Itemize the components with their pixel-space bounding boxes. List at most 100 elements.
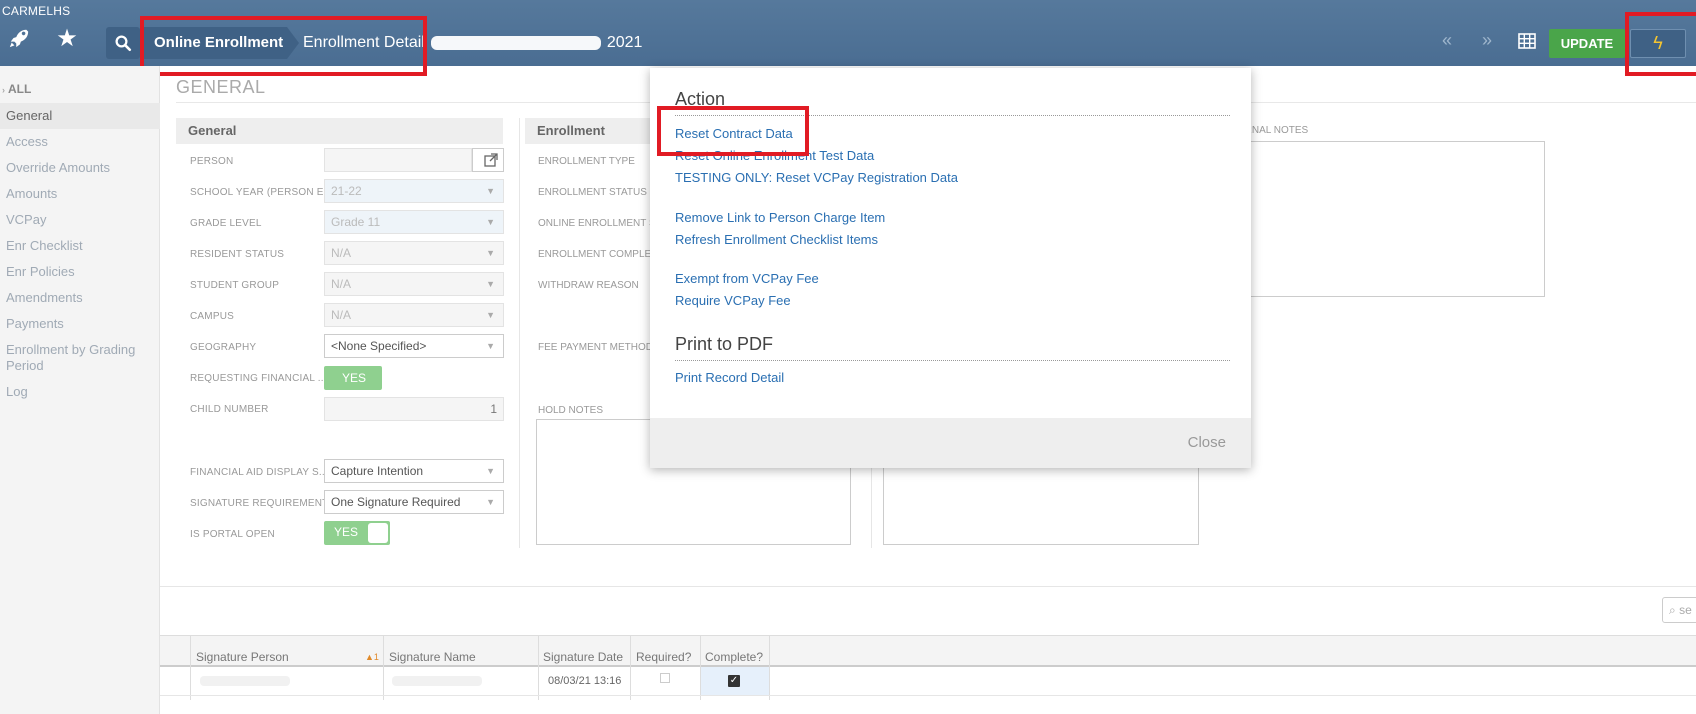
open-person-button[interactable]	[472, 148, 504, 172]
sidebar-all[interactable]: › ALL	[2, 82, 31, 96]
col-signature-date[interactable]: Signature Date	[543, 650, 623, 664]
col-signature-name[interactable]: Signature Name	[389, 650, 476, 664]
breadcrumb-current-suffix: 2021	[606, 34, 643, 51]
section-title: GENERAL	[176, 77, 266, 97]
is-portal-open-toggle[interactable]: YES	[324, 521, 390, 545]
grid-header: Signature Person ▲1 Signature Name Signa…	[160, 635, 1696, 700]
reset-contract-data-link[interactable]: Reset Contract Data	[675, 126, 793, 141]
sidebar-item-access[interactable]: Access	[0, 134, 160, 150]
search-icon	[115, 35, 132, 52]
popover-footer: Close	[650, 418, 1251, 468]
sidebar-item-enr-checklist[interactable]: Enr Checklist	[0, 238, 160, 254]
label-hold-notes: HOLD NOTES	[538, 405, 604, 416]
campus-select[interactable]: N/A ▼	[324, 303, 504, 327]
panel-divider	[519, 118, 520, 548]
search-button[interactable]	[106, 27, 140, 59]
financial-aid-display-select[interactable]: Capture Intention ▼	[324, 459, 504, 483]
next-record-icon[interactable]: »	[1482, 30, 1492, 51]
label-withdraw-reason: WITHDRAW REASON	[538, 280, 639, 291]
update-button[interactable]: UPDATE	[1549, 29, 1625, 58]
reset-vcpay-registration-data-link[interactable]: TESTING ONLY: Reset VCPay Registration D…	[675, 170, 958, 185]
field-label-resident-status: RESIDENT STATUS	[190, 249, 285, 260]
breadcrumb-arrow	[287, 27, 299, 59]
sidebar-item-general[interactable]: General	[0, 103, 160, 129]
breadcrumb-current: Enrollment Detail 2021	[303, 27, 642, 59]
label-online-enrollment-status: ONLINE ENROLLMENT S	[538, 218, 656, 229]
col-signature-person[interactable]: Signature Person	[196, 650, 289, 664]
general-panel-title: General	[176, 118, 503, 144]
redacted-signature-name	[392, 676, 482, 686]
signature-requirement-select[interactable]: One Signature Required ▼	[324, 490, 504, 514]
search-icon: ⌕	[1669, 603, 1676, 617]
sidebar-all-label: ALL	[8, 82, 32, 96]
sidebar-item-enr-policies[interactable]: Enr Policies	[0, 264, 160, 280]
sidebar-item-enrollment-by-grading-period[interactable]: Enrollment by Grading Period	[0, 342, 150, 374]
chevron-icon: ›	[2, 85, 5, 95]
field-label-student-group: STUDENT GROUP	[190, 280, 280, 291]
star-icon[interactable]: ★	[50, 27, 84, 51]
requesting-financial-toggle[interactable]: YES	[324, 366, 382, 390]
refresh-enrollment-checklist-items-link[interactable]: Refresh Enrollment Checklist Items	[675, 232, 878, 247]
student-group-select[interactable]: N/A ▼	[324, 272, 504, 296]
required-checkbox[interactable]	[660, 673, 670, 683]
grid-bottom-rule	[160, 695, 1696, 696]
print-record-detail-link[interactable]: Print Record Detail	[675, 370, 784, 385]
lightning-bolt-icon: ϟ	[1653, 33, 1663, 53]
field-label-grade-level: GRADE LEVEL	[190, 218, 262, 229]
field-label-is-portal-open: IS PORTAL OPEN	[190, 529, 275, 540]
sidebar-item-override-amounts[interactable]: Override Amounts	[0, 160, 160, 176]
reset-online-enrollment-test-data-link[interactable]: Reset Online Enrollment Test Data	[675, 148, 874, 163]
col-required[interactable]: Required?	[636, 650, 691, 664]
breadcrumb-current-prefix: Enrollment Detail	[303, 34, 425, 51]
app-name: CARMELHS	[2, 4, 71, 18]
complete-checkbox[interactable]: ✓	[728, 675, 740, 687]
sidebar-item-amendments[interactable]: Amendments	[0, 290, 160, 306]
previous-record-icon[interactable]: «	[1442, 30, 1452, 51]
label-enrollment-complete: ENROLLMENT COMPLET	[538, 249, 658, 260]
top-bar: CARMELHS ★ Online Enrollment Enrollment …	[0, 0, 1696, 66]
field-label-signature-requirement: SIGNATURE REQUIREMENT	[190, 498, 329, 509]
geography-select[interactable]: <None Specified> ▼	[324, 334, 504, 358]
redacted-signature-person	[200, 676, 290, 686]
action-button[interactable]: ϟ	[1630, 29, 1686, 58]
action-heading: Action	[675, 89, 726, 109]
label-fee-payment-method: FEE PAYMENT METHOD	[538, 342, 654, 353]
exempt-from-vcpay-fee-link[interactable]: Exempt from VCPay Fee	[675, 271, 819, 286]
is-portal-open-value: YES	[334, 525, 359, 539]
col-complete[interactable]: Complete?	[705, 650, 763, 664]
sidebar-item-payments[interactable]: Payments	[0, 316, 160, 332]
remove-link-to-person-charge-item-link[interactable]: Remove Link to Person Charge Item	[675, 210, 885, 225]
grade-level-select[interactable]: Grade 11 ▼	[324, 210, 504, 234]
rocket-icon[interactable]	[2, 27, 36, 54]
print-divider	[675, 360, 1230, 361]
field-label-financial-aid-display: FINANCIAL AID DISPLAY S...	[190, 467, 328, 478]
require-vcpay-fee-link[interactable]: Require VCPay Fee	[675, 293, 791, 308]
field-label-school-year: SCHOOL YEAR (PERSON E...	[190, 187, 333, 198]
grid-search-input[interactable]: ⌕ se	[1662, 597, 1696, 623]
sidebar-item-vcpay[interactable]: VCPay	[0, 212, 160, 228]
redacted-name	[430, 35, 601, 50]
action-divider	[675, 115, 1230, 116]
close-button[interactable]: Close	[1188, 434, 1226, 451]
school-year-select[interactable]: 21-22 ▼	[324, 179, 504, 203]
enrollment-panel-title: Enrollment	[525, 118, 655, 144]
signature-date-cell: 08/03/21 13:16	[548, 675, 622, 687]
person-field[interactable]	[324, 148, 472, 172]
label-enrollment-status: ENROLLMENT STATUS	[538, 187, 647, 198]
breadcrumb-online-enrollment[interactable]: Online Enrollment	[142, 27, 287, 59]
sidebar-item-amounts[interactable]: Amounts	[0, 186, 160, 202]
internal-notes-textarea[interactable]	[1238, 141, 1545, 297]
grid-icon[interactable]	[1518, 33, 1536, 52]
child-number-field[interactable]: 1	[324, 397, 504, 421]
field-label-child-number: CHILD NUMBER	[190, 404, 269, 415]
table-row[interactable]: 08/03/21 13:16 ✓	[160, 667, 1696, 695]
sidebar-item-log[interactable]: Log	[0, 384, 160, 400]
field-label-person: PERSON	[190, 156, 234, 167]
field-label-geography: GEOGRAPHY	[190, 342, 257, 353]
resident-status-select[interactable]: N/A ▼	[324, 241, 504, 265]
field-label-requesting-financial: REQUESTING FINANCIAL ...	[190, 373, 327, 384]
action-popover: Action Reset Contract Data Reset Online …	[650, 68, 1251, 468]
sidebar: › ALL General Access Override Amounts Amo…	[0, 66, 160, 714]
toggle-knob	[368, 523, 388, 543]
field-label-campus: CAMPUS	[190, 311, 234, 322]
